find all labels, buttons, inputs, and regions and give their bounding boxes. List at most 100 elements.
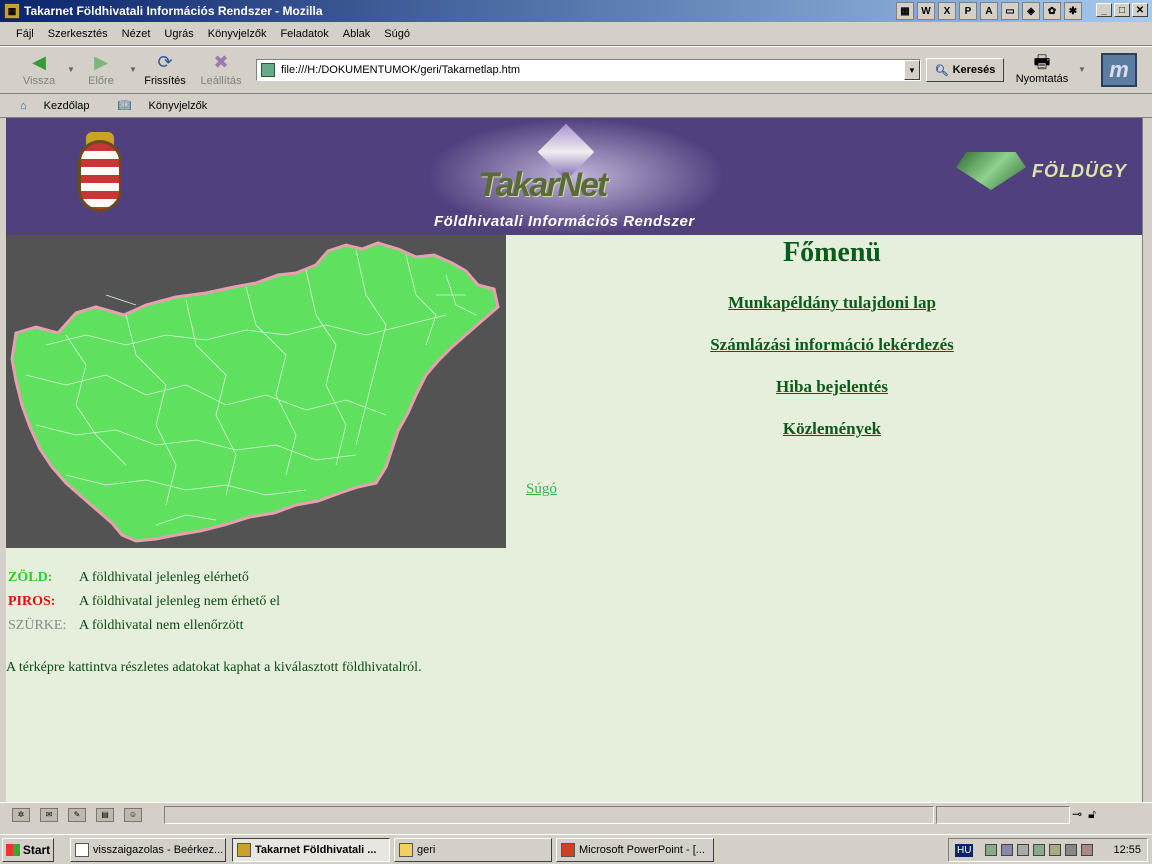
online-plug-icon[interactable]: ⊸ <box>1072 807 1082 822</box>
security-lock-icon[interactable]: 🔓︎ <box>1088 807 1096 822</box>
tray-icon-1[interactable] <box>985 844 998 856</box>
menu-bar: Fájl Szerkesztés Nézet Ugrás Könyvjelzők… <box>0 22 1152 46</box>
home-icon: ⌂ <box>20 99 27 112</box>
monitor-icon[interactable]: ▭ <box>1001 2 1019 20</box>
excel-icon[interactable]: X <box>938 2 956 20</box>
banner-subtitle: Földhivatali Információs Rendszer <box>434 213 695 230</box>
language-indicator[interactable]: HU <box>955 843 974 857</box>
link-error-report[interactable]: Hiba bejelentés <box>506 377 1142 397</box>
forward-dropdown-icon[interactable]: ▼ <box>129 65 137 74</box>
clock: 12:55 <box>1113 844 1141 856</box>
word-icon[interactable]: W <box>917 2 935 20</box>
menu-edit[interactable]: Szerkesztés <box>48 28 108 40</box>
tray-icon-3[interactable] <box>1017 844 1030 856</box>
tray-icon-2[interactable] <box>1001 844 1014 856</box>
bookmarks-icon: 📖︎ <box>117 100 132 112</box>
menu-tasks[interactable]: Feladatok <box>280 28 328 40</box>
reload-button[interactable]: ⟳ Frissítés <box>140 51 190 87</box>
access-icon[interactable]: A <box>980 2 998 20</box>
powerpoint-window-icon <box>561 843 575 857</box>
status-bar: ✲ ✉ ✎ ▤ ☺ ⊸ 🔓︎ <box>0 802 1152 826</box>
minimize-button[interactable]: _ <box>1096 3 1112 17</box>
app-icon: ▦ <box>4 3 20 19</box>
url-text: file:///H:/DOKUMENTUMOK/geri/Takarnetlap… <box>281 64 521 76</box>
forward-arrow-icon: ▶ <box>94 52 108 72</box>
legend-desc-red: A földhivatal jelenleg nem érhető el <box>79 594 280 609</box>
window-title-bar: ▦ Takarnet Földhivatali Információs Rend… <box>0 0 1152 22</box>
windows-taskbar: Start visszaigazolas - Beérkez... Takarn… <box>0 834 1152 864</box>
legend-row-red: PIROS: A földhivatal jelenleg nem érhető… <box>8 590 280 614</box>
windows-icon[interactable]: ▦ <box>896 2 914 20</box>
back-button[interactable]: ◀ Vissza <box>14 51 64 87</box>
help-link[interactable]: Súgó <box>526 481 557 498</box>
task-powerpoint[interactable]: Microsoft PowerPoint - [... <box>556 838 714 862</box>
personal-toolbar: ⌂ Kezdőlap 📖︎ Könyvjelzők <box>0 94 1152 118</box>
page-title: Főmenü <box>783 237 881 268</box>
close-button[interactable]: ✕ <box>1132 3 1148 17</box>
legend-key-green: ZÖLD: <box>8 570 53 585</box>
tray-icon-5[interactable] <box>1049 844 1062 856</box>
foldugy-emblem-icon <box>956 152 1026 190</box>
search-button[interactable]: 🔍︎ Keresés <box>926 58 1004 82</box>
legend-row-gray: SZÜRKE: A földhivatal nem ellenőrzött <box>8 614 280 638</box>
takarnet-logo: TakarNet <box>478 166 608 204</box>
volume-icon[interactable] <box>1081 844 1094 856</box>
main-menu: Főmenü Munkapéldány tulajdoni lap Számlá… <box>506 235 1142 548</box>
mail-icon[interactable]: ✉ <box>40 807 58 822</box>
menu-window[interactable]: Ablak <box>343 28 371 40</box>
foldugy-logo: FÖLDÜGY <box>956 152 1127 190</box>
progress-panel <box>936 806 1070 824</box>
menu-help[interactable]: Súgó <box>384 28 410 40</box>
url-bar[interactable]: file:///H:/DOKUMENTUMOK/geri/Takarnetlap… <box>256 59 921 81</box>
legend-key-gray: SZÜRKE: <box>8 618 67 633</box>
bookmarks-button[interactable]: 📖︎ Könyvjelzők <box>117 99 222 113</box>
quicklaunch-tray: ▦ W X P A ▭ ◈ ✿ ✱ <box>896 2 1082 20</box>
legend-row-green: ZÖLD: A földhivatal jelenleg elérhető <box>8 566 280 590</box>
link-billing-info[interactable]: Számlázási információ lekérdezés <box>506 335 1142 355</box>
hungary-map[interactable] <box>6 235 506 548</box>
powerpoint-icon[interactable]: P <box>959 2 977 20</box>
legend-desc-green: A földhivatal jelenleg elérhető <box>79 570 249 585</box>
forward-button[interactable]: ▶ Előre <box>76 51 126 87</box>
start-button[interactable]: Start <box>2 838 54 862</box>
task-mozilla[interactable]: Takarnet Földhivatali ... <box>232 838 390 862</box>
menu-go[interactable]: Ugrás <box>164 28 193 40</box>
task-folder[interactable]: geri <box>394 838 552 862</box>
back-dropdown-icon[interactable]: ▼ <box>67 65 75 74</box>
legend-key-red: PIROS: <box>8 594 56 609</box>
status-legend: ZÖLD: A földhivatal jelenleg elérhető PI… <box>8 566 280 638</box>
takarnet-window-icon <box>237 843 251 857</box>
shield-icon[interactable]: ◈ <box>1022 2 1040 20</box>
menu-bookmarks[interactable]: Könyvjelzők <box>208 28 267 40</box>
folder-icon <box>399 843 413 857</box>
link-title-deed[interactable]: Munkapéldány tulajdoni lap <box>506 293 1142 313</box>
page-icon <box>261 63 275 77</box>
tray-icon-4[interactable] <box>1033 844 1046 856</box>
link-announcements[interactable]: Közlemények <box>506 419 1142 439</box>
maximize-button[interactable]: □ <box>1114 3 1130 17</box>
mail-window-icon <box>75 843 89 857</box>
bug-icon[interactable]: ✱ <box>1064 2 1082 20</box>
search-icon: 🔍︎ <box>934 64 949 77</box>
home-button[interactable]: ⌂ Kezdőlap <box>20 100 104 112</box>
hungary-map-svg[interactable] <box>6 235 506 548</box>
composer-icon[interactable]: ✎ <box>68 807 86 822</box>
chat-icon[interactable]: ☺ <box>124 807 142 822</box>
navigator-icon[interactable]: ✲ <box>12 807 30 822</box>
legend-desc-gray: A földhivatal nem ellenőrzött <box>79 618 244 633</box>
tray-icon-6[interactable] <box>1065 844 1078 856</box>
menu-view[interactable]: Nézet <box>122 28 151 40</box>
gear-icon[interactable]: ✿ <box>1043 2 1061 20</box>
mozilla-logo[interactable]: m <box>1101 53 1137 87</box>
task-outlook[interactable]: visszaigazolas - Beérkez... <box>70 838 226 862</box>
url-dropdown-icon[interactable]: ▼ <box>904 60 920 80</box>
hungary-country-shape[interactable] <box>10 241 500 543</box>
print-dropdown-icon[interactable]: ▼ <box>1078 65 1086 74</box>
menu-file[interactable]: Fájl <box>16 28 34 40</box>
print-button[interactable]: 🖶︎ Nyomtatás <box>1010 51 1074 85</box>
stop-button[interactable]: ✖ Leállítás <box>196 51 246 87</box>
addressbook-icon[interactable]: ▤ <box>96 807 114 822</box>
navigation-toolbar: ◀ Vissza ▼ ▶ Előre ▼ ⟳ Frissítés ✖ Leáll… <box>0 46 1152 94</box>
windows-flag-icon <box>5 844 20 856</box>
back-arrow-icon: ◀ <box>32 52 46 72</box>
